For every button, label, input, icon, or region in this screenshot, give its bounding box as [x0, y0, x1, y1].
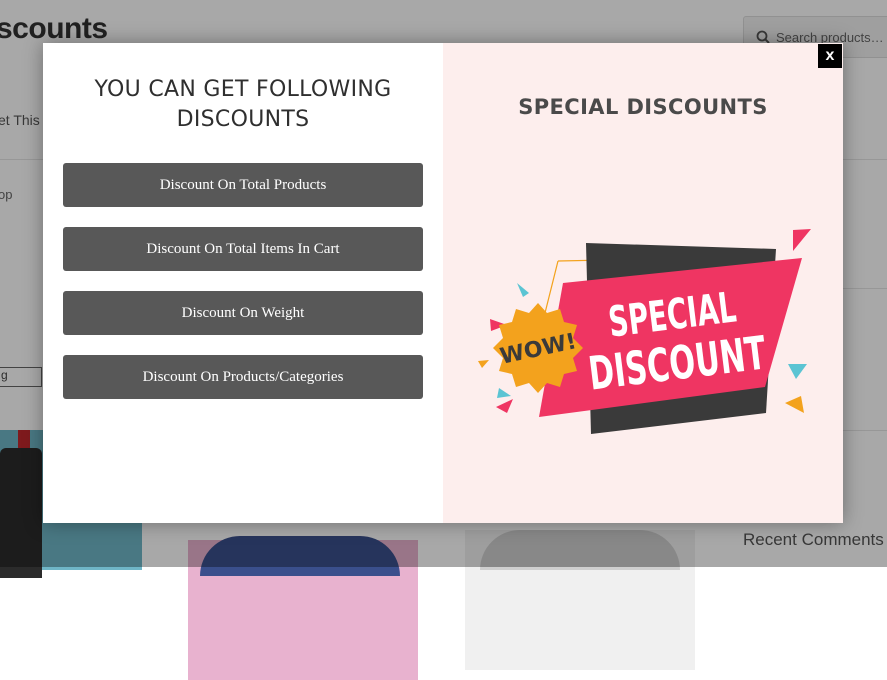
- discount-list-panel: YOU CAN GET FOLLOWING DISCOUNTS Discount…: [43, 43, 443, 523]
- close-button[interactable]: x: [818, 44, 842, 68]
- discount-modal: YOU CAN GET FOLLOWING DISCOUNTS Discount…: [43, 43, 843, 523]
- discount-products-categories-button[interactable]: Discount On Products/Categories: [63, 355, 423, 399]
- confetti: [793, 229, 811, 251]
- heading-line: YOU CAN GET FOLLOWING: [94, 77, 392, 102]
- special-discount-banner: WOW! SPECIAL DISCOUNT: [478, 229, 811, 434]
- discount-list-heading: YOU CAN GET FOLLOWING DISCOUNTS: [43, 75, 443, 135]
- confetti: [497, 388, 511, 398]
- heading-line: DISCOUNTS: [176, 107, 310, 132]
- close-icon: x: [825, 47, 835, 64]
- special-discounts-heading: SPECIAL DISCOUNTS: [518, 95, 768, 119]
- special-discount-panel: SPECIAL DISCOUNTS WOW! SPECIAL DISCOUNT: [443, 43, 843, 523]
- confetti: [517, 283, 529, 297]
- discount-weight-button[interactable]: Discount On Weight: [63, 291, 423, 335]
- discount-total-products-button[interactable]: Discount On Total Products: [63, 163, 423, 207]
- confetti: [496, 399, 513, 413]
- confetti: [478, 360, 489, 368]
- discount-total-items-button[interactable]: Discount On Total Items In Cart: [63, 227, 423, 271]
- confetti: [788, 364, 807, 379]
- confetti: [785, 396, 804, 413]
